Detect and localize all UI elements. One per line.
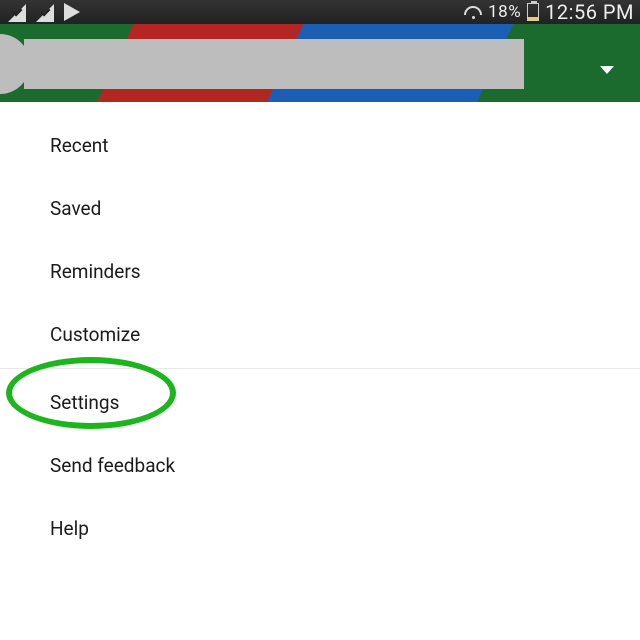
android-status-bar: 18% 12:56 PM (0, 0, 640, 24)
search-input[interactable] (24, 39, 524, 89)
menu-item-recent[interactable]: Recent (0, 114, 640, 177)
menu-divider (0, 368, 640, 369)
menu-item-label: Saved (50, 197, 101, 220)
menu-item-label: Settings (50, 391, 119, 414)
notification-icon-1 (8, 2, 28, 22)
status-right-block: 18% 12:56 PM (464, 0, 634, 24)
menu-item-send-feedback[interactable]: Send feedback (0, 434, 640, 497)
menu-item-reminders[interactable]: Reminders (0, 240, 640, 303)
menu-item-label: Recent (50, 134, 109, 157)
notification-icon-2 (36, 2, 56, 22)
menu-item-label: Reminders (50, 260, 141, 283)
clock-text: 12:56 PM (545, 0, 634, 24)
play-store-icon (64, 3, 80, 21)
menu-item-help[interactable]: Help (0, 497, 640, 560)
nav-drawer-menu: Recent Saved Reminders Customize Setting… (0, 114, 640, 560)
menu-item-label: Customize (50, 323, 140, 346)
overflow-menu-caret-icon[interactable] (600, 66, 614, 74)
menu-item-customize[interactable]: Customize (0, 303, 640, 366)
menu-item-saved[interactable]: Saved (0, 177, 640, 240)
status-left-icons (0, 2, 80, 22)
app-header (0, 24, 640, 102)
menu-item-label: Send feedback (50, 454, 175, 477)
menu-item-settings[interactable]: Settings (0, 371, 640, 434)
wifi-icon (464, 6, 482, 19)
battery-fill (528, 17, 538, 20)
battery-percent-text: 18% (488, 2, 521, 22)
menu-item-label: Help (50, 517, 89, 540)
battery-icon (527, 3, 539, 21)
